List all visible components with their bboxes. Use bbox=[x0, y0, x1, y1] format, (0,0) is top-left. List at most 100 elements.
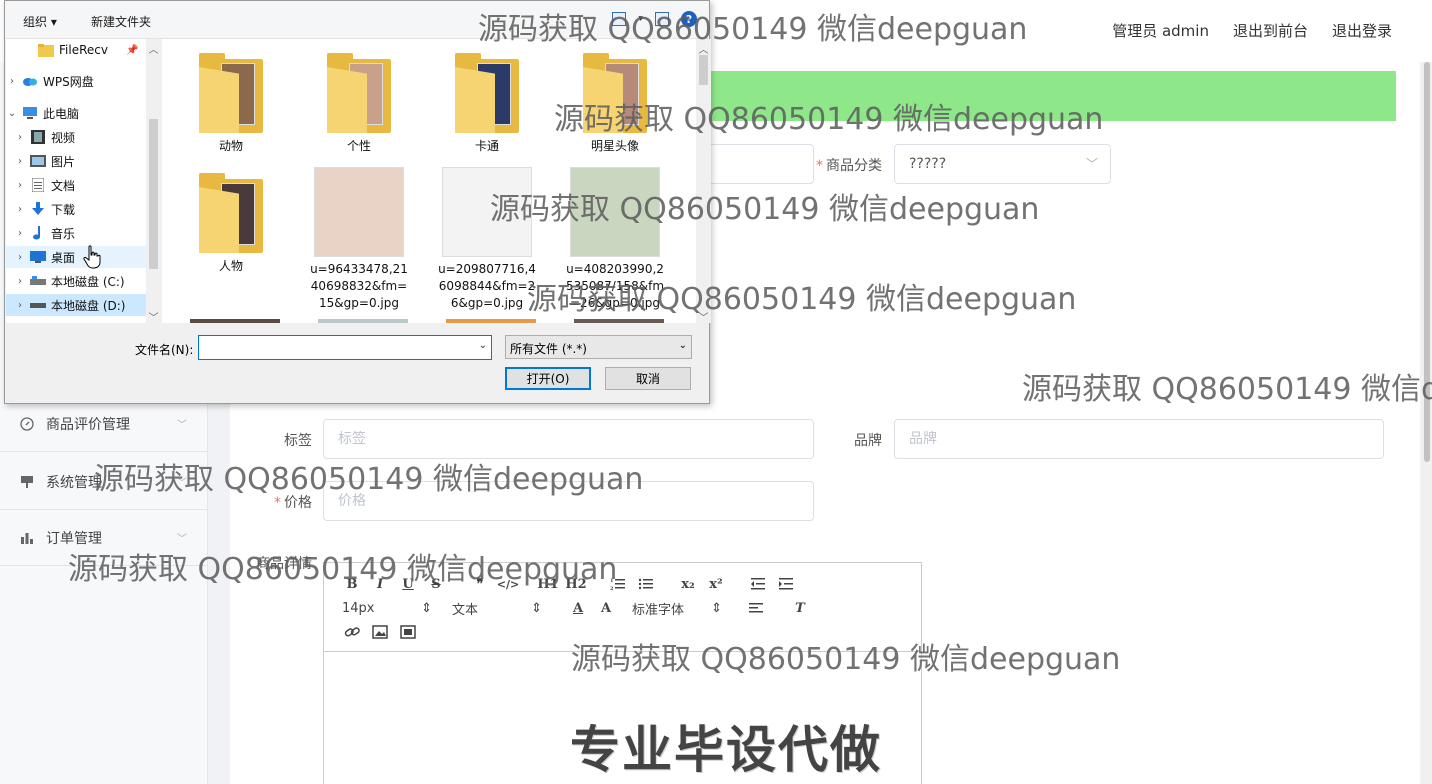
top-links: 管理员 admin 退出到前台 退出登录 bbox=[1112, 20, 1392, 41]
preview-pane-icon[interactable] bbox=[655, 12, 669, 26]
quote-button[interactable]: ❞ bbox=[466, 573, 494, 595]
filetype-select[interactable]: 所有文件 (*.*) ⌄ bbox=[505, 335, 692, 359]
bar-chart-icon bbox=[20, 531, 34, 545]
strike-button[interactable]: S bbox=[422, 573, 450, 595]
open-button[interactable]: 打开(O) bbox=[505, 367, 591, 390]
folder-personality[interactable]: 个性 bbox=[304, 53, 414, 155]
scroll-up-icon[interactable]: ︿ bbox=[146, 41, 161, 56]
image-file-1[interactable]: u=96433478,21 40698832&fm= 15&gp=0.jpg bbox=[304, 167, 414, 312]
video-icon[interactable] bbox=[394, 621, 422, 643]
file-name: 人物 bbox=[218, 259, 243, 273]
scroll-down-icon[interactable]: ﹀ bbox=[146, 309, 161, 324]
underline-button[interactable]: U bbox=[394, 573, 422, 595]
folder-celebrity[interactable]: 明星头像 bbox=[560, 53, 670, 155]
new-folder-button[interactable]: 新建文件夹 bbox=[91, 13, 151, 30]
nav-item-documents[interactable]: › 文档 bbox=[6, 174, 147, 196]
view-mode-icon[interactable] bbox=[612, 12, 627, 26]
sidebar-item-label: 系统管理 bbox=[46, 474, 102, 491]
font-color-icon[interactable]: A bbox=[564, 597, 592, 619]
exit-to-front-link[interactable]: 退出到前台 bbox=[1233, 20, 1308, 41]
editor-content-text: 专业毕设代做 bbox=[570, 721, 882, 779]
detail-label: 商品详情 bbox=[256, 556, 312, 572]
nav-scrollbar[interactable]: ︿ ﹀ bbox=[146, 39, 161, 324]
ordered-list-icon[interactable]: 12 bbox=[604, 573, 632, 595]
cloud-icon bbox=[22, 74, 38, 88]
sidebar-item-orders[interactable]: 订单管理 ﹀ bbox=[0, 510, 207, 566]
nav-item-downloads[interactable]: › 下载 bbox=[6, 198, 147, 220]
image-file-2[interactable]: u=209807716,4 6098844&fm=2 6&gp=0.jpg bbox=[432, 167, 542, 312]
sidebar-item-review[interactable]: 商品评价管理 ﹀ bbox=[0, 396, 207, 452]
chevron-down-icon: ﹀ bbox=[177, 420, 187, 431]
scroll-down-icon[interactable]: ﹀ bbox=[696, 309, 711, 324]
folder-icon bbox=[327, 53, 391, 133]
download-icon bbox=[30, 202, 46, 216]
computer-icon bbox=[22, 106, 38, 120]
category-select[interactable]: ????? ﹀ bbox=[894, 144, 1111, 184]
editor-divider bbox=[324, 651, 921, 652]
h1-button[interactable]: H1 bbox=[534, 573, 562, 595]
folder-icon bbox=[583, 53, 647, 133]
image-thumbnail-partial bbox=[446, 319, 536, 323]
file-scrollbar[interactable]: ︿ ﹀ bbox=[696, 39, 711, 324]
navigation-pane: FileRecv 📌 › WPS网盘 ⌄ 此电脑 › 视频 › 图片 › 文档 bbox=[6, 39, 160, 323]
chevron-down-icon: ﹀ bbox=[1085, 157, 1098, 171]
nav-item-this-pc[interactable]: ⌄ 此电脑 bbox=[6, 102, 147, 124]
nav-item-pictures[interactable]: › 图片 bbox=[6, 150, 147, 172]
file-name: 个性 bbox=[346, 139, 371, 153]
organize-menu[interactable]: 组织 ▾ bbox=[23, 13, 57, 30]
file-name: 卡通 bbox=[474, 139, 499, 153]
bold-button[interactable]: B bbox=[338, 573, 366, 595]
file-name: u=209807716,4 6098844&fm=2 6&gp=0.jpg bbox=[438, 262, 536, 310]
sidebar-item-label: 订单管理 bbox=[46, 530, 102, 547]
logout-link[interactable]: 退出登录 bbox=[1332, 20, 1392, 41]
link-icon[interactable] bbox=[338, 621, 366, 643]
italic-button[interactable]: I bbox=[366, 573, 394, 595]
image-thumbnail bbox=[314, 167, 404, 257]
clear-format-icon[interactable]: T bbox=[786, 597, 814, 619]
sidebar-item-system[interactable]: 系统管理 ﹀ bbox=[0, 454, 207, 510]
nav-item-drive-c[interactable]: › 本地磁盘 (C:) bbox=[6, 270, 147, 292]
chevron-down-icon[interactable]: ▾ bbox=[638, 14, 643, 24]
image-icon[interactable] bbox=[366, 621, 394, 643]
nav-item-videos[interactable]: › 视频 bbox=[6, 126, 147, 148]
brand-input[interactable]: 品牌 bbox=[894, 419, 1384, 459]
scroll-up-icon[interactable]: ︿ bbox=[696, 41, 711, 56]
product-name-input[interactable] bbox=[700, 144, 814, 184]
cancel-button[interactable]: 取消 bbox=[605, 367, 691, 390]
chevron-down-icon[interactable]: ⌄ bbox=[479, 340, 487, 351]
bullet-list-icon[interactable] bbox=[632, 573, 660, 595]
outdent-icon[interactable] bbox=[744, 573, 772, 595]
file-list-pane: 动物 个性 卡通 明星头像 人物 u=96433478,21 40698832&f… bbox=[162, 39, 696, 323]
align-icon[interactable] bbox=[742, 597, 770, 619]
filename-input[interactable]: ⌄ bbox=[198, 335, 492, 360]
music-icon bbox=[30, 226, 46, 240]
nav-item-wps[interactable]: › WPS网盘 bbox=[6, 70, 147, 92]
superscript-button[interactable]: x² bbox=[702, 573, 730, 595]
image-file-3[interactable]: u=408203990,2 535087/158&fm =26&gp=0.jpg bbox=[560, 167, 670, 312]
file-name: 明星头像 bbox=[590, 139, 639, 153]
code-button[interactable]: </> bbox=[494, 573, 522, 595]
text-style-select[interactable]: 文本 ⇕ bbox=[448, 597, 546, 619]
nav-item-filerecv[interactable]: FileRecv 📌 bbox=[6, 39, 147, 61]
folder-cartoon[interactable]: 卡通 bbox=[432, 53, 542, 155]
image-thumbnail-partial bbox=[574, 319, 664, 323]
indent-icon[interactable] bbox=[772, 573, 800, 595]
h2-button[interactable]: H2 bbox=[562, 573, 590, 595]
tag-input[interactable]: 标签 bbox=[323, 419, 814, 459]
font-family-select[interactable]: 标准字体 ⇕ bbox=[628, 597, 726, 619]
nav-item-desktop[interactable]: › 桌面 bbox=[6, 246, 147, 268]
price-input[interactable]: 价格 bbox=[323, 481, 814, 521]
nav-item-drive-d[interactable]: › 本地磁盘 (D:) bbox=[6, 294, 147, 316]
subscript-button[interactable]: x₂ bbox=[674, 573, 702, 595]
editor-toolbar-row2: 14px ⇕ 文本 ⇕ A A 标准字体 ⇕ T bbox=[338, 597, 814, 619]
pin-icon[interactable]: 📌 bbox=[126, 45, 138, 56]
help-icon[interactable]: ? bbox=[681, 11, 697, 27]
folder-animals[interactable]: 动物 bbox=[176, 53, 286, 155]
nav-item-music[interactable]: › 音乐 bbox=[6, 222, 147, 244]
video-icon bbox=[30, 130, 46, 144]
page-scrollbar[interactable] bbox=[1422, 62, 1432, 784]
font-size-select[interactable]: 14px ⇕ bbox=[338, 597, 436, 619]
document-icon bbox=[30, 178, 46, 192]
folder-people[interactable]: 人物 bbox=[176, 173, 286, 275]
background-color-icon[interactable]: A bbox=[592, 597, 620, 619]
